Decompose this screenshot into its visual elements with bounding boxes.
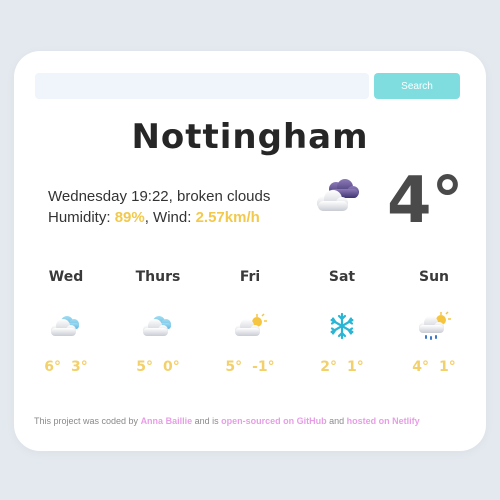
forecast-day: Wed 6° 3° <box>22 267 110 375</box>
forecast-low: 0° <box>163 359 180 375</box>
humidity-label: Humidity: <box>48 209 115 226</box>
humidity-value: 89% <box>114 209 145 226</box>
forecast-temps: 5° -1° <box>206 359 294 375</box>
github-link[interactable]: open-sourced on GitHub <box>221 416 327 426</box>
forecast-day: Thurs 5° 0° <box>114 267 202 375</box>
footer: This project was coded by Anna Baillie a… <box>34 416 474 426</box>
forecast-day-name: Fri <box>239 269 261 285</box>
forecast-day-name: Sun <box>418 269 450 285</box>
footer-text: and <box>326 416 347 426</box>
forecast-temps: 6° 3° <box>22 359 110 375</box>
forecast-day: Sat 2° 1° <box>298 267 386 375</box>
forecast-low: 1° <box>439 359 456 375</box>
search-input[interactable] <box>35 73 369 99</box>
datetime-description: Wednesday 19:22, broken clouds <box>48 188 271 205</box>
forecast-day: Sun 4° 1° <box>390 267 478 375</box>
current-details: Wednesday 19:22, broken clouds Humidity:… <box>48 186 270 228</box>
rain-sun-icon <box>419 311 451 340</box>
forecast-temps: 2° 1° <box>298 359 386 375</box>
forecast-day-name: Sat <box>328 269 356 285</box>
forecast-high: 5° <box>225 359 243 375</box>
forecast-low: 1° <box>347 359 364 375</box>
forecast-high: 2° <box>320 359 337 375</box>
forecast-day-name: Thurs <box>135 269 181 285</box>
broken-clouds-night-icon <box>317 179 359 211</box>
forecast-high: 6° <box>44 359 61 375</box>
footer-text: This project was coded by <box>34 416 141 426</box>
cloud-icon <box>143 316 171 336</box>
weather-card: Search Nottingham Wednesday 19:22, broke… <box>14 51 486 451</box>
cloud-icon <box>51 316 79 336</box>
footer-text: and is <box>192 416 222 426</box>
wind-label: , Wind: <box>144 209 196 226</box>
forecast-temps: 4° 1° <box>390 359 478 375</box>
forecast-low: 3° <box>71 359 88 375</box>
city-name: Nottingham <box>131 117 369 157</box>
humidity-wind: Humidity: 89%, Wind: 2.57km/h <box>48 207 270 228</box>
forecast-day-name: Wed <box>48 269 84 285</box>
netlify-link[interactable]: hosted on Netlify <box>347 416 420 426</box>
forecast-high: 4° <box>412 359 429 375</box>
forecast-temps: 5° 0° <box>114 359 202 375</box>
search-form: Search <box>35 73 460 99</box>
forecast-high: 5° <box>136 359 153 375</box>
search-button[interactable]: Search <box>374 73 460 99</box>
forecast-low: -1° <box>252 359 275 375</box>
snowflake-icon <box>330 312 354 340</box>
current-temperature: 4° <box>387 164 464 238</box>
partly-cloudy-icon <box>235 313 267 336</box>
author-link[interactable]: Anna Baillie <box>141 416 193 426</box>
forecast-list: Wed 6° 3° Thurs 5° 0° Fri 5° -1° Sat 2° … <box>22 267 478 387</box>
forecast-day: Fri 5° -1° <box>206 267 294 375</box>
wind-value: 2.57km/h <box>195 209 260 226</box>
